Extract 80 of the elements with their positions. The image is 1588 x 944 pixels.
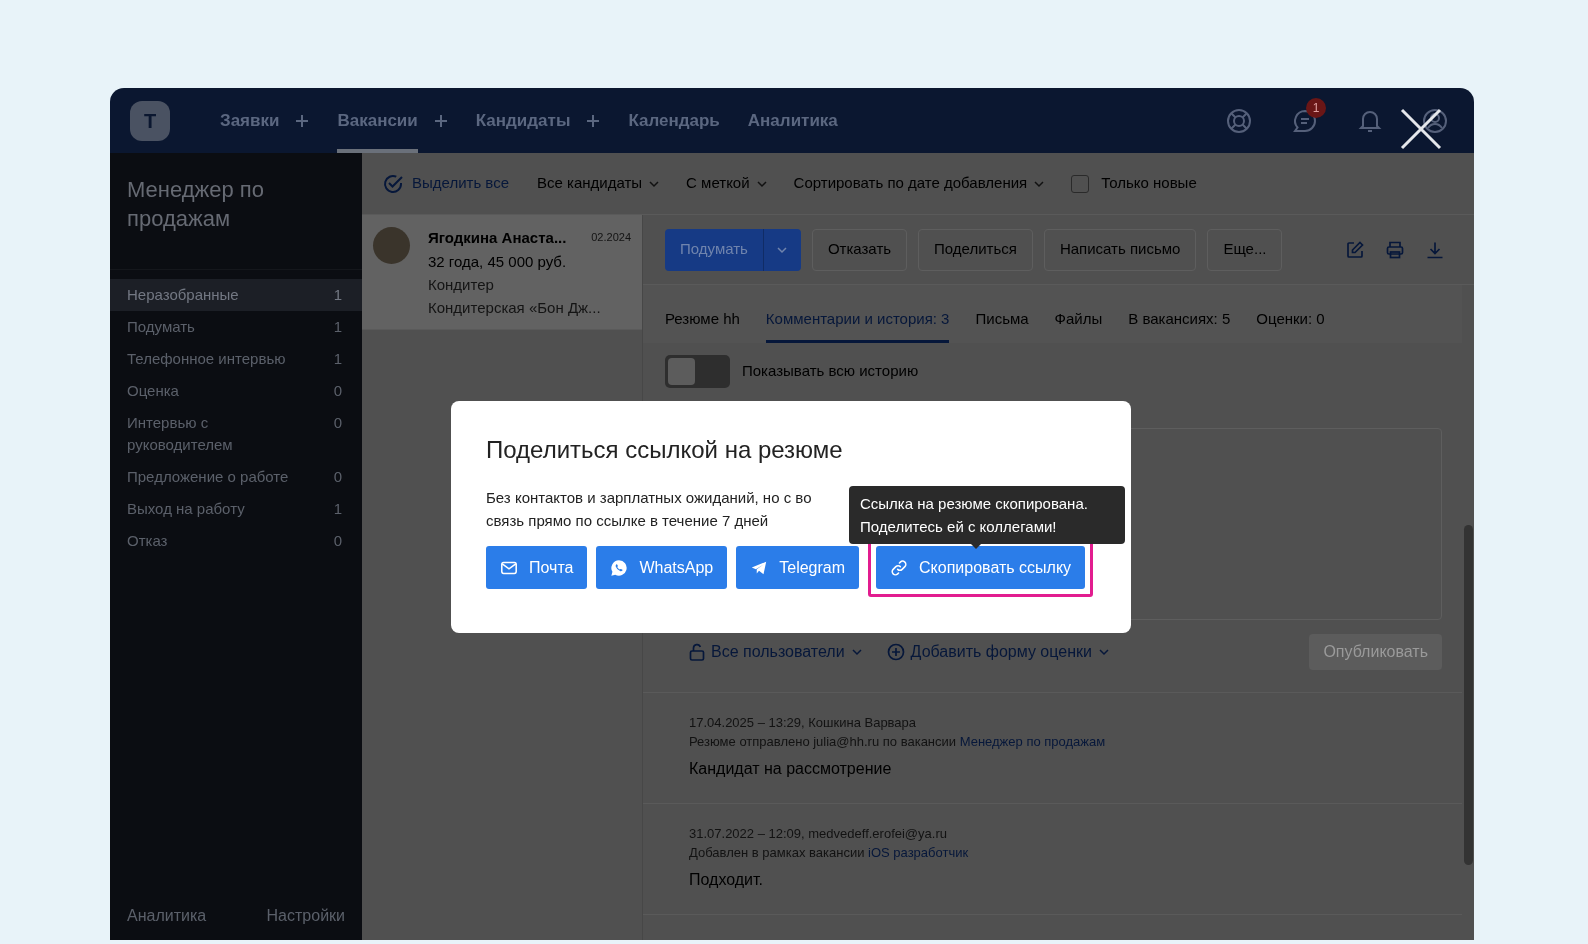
tooltip-arrow [969, 542, 983, 549]
whatsapp-icon [610, 558, 629, 577]
action-button[interactable]: Написать письмо [1043, 228, 1197, 271]
stage-item[interactable]: Интервью с руководителем 0 [110, 407, 362, 461]
publish-button: Опубликовать [1309, 634, 1442, 670]
print-icon[interactable] [1386, 240, 1404, 259]
close-icon[interactable] [1400, 108, 1442, 150]
lifebuoy-icon[interactable] [1226, 107, 1252, 134]
stage-item[interactable]: Отказ 0 [110, 525, 362, 557]
stage-item[interactable]: Подумать 1 [110, 311, 362, 343]
footer-link[interactable]: Настройки [266, 904, 345, 928]
stage-item[interactable]: Телефонное интервью 1 [110, 343, 362, 375]
dialog-description: Без контактов и зарплатных ожиданий, но с во [486, 489, 812, 506]
download-icon[interactable] [1426, 240, 1444, 259]
action-button[interactable]: Отказать [811, 228, 908, 271]
notification-badge: 1 [1306, 97, 1326, 118]
footer-link[interactable]: Аналитика [127, 904, 207, 928]
candidate-company: Кондитерская «Бон Дж... [428, 297, 602, 318]
add-form-dropdown[interactable]: Добавить форму оценки [886, 640, 1110, 664]
edit-icon[interactable] [1346, 240, 1364, 259]
stage-item[interactable]: Неразобранные 1 [110, 279, 362, 311]
checkbox-label: Только новые [1101, 173, 1197, 194]
vacancy-link[interactable]: iOS разработчик [868, 845, 969, 860]
history-meta: 17.04.2025 – 13:29, Кошкина Варвара [689, 714, 918, 732]
nav-tab[interactable]: Заявки [220, 88, 280, 153]
tab[interactable]: Резюме hh [665, 307, 740, 343]
filter-dropdown[interactable]: Сортировать по дате добавления [793, 172, 1046, 195]
vacancy-link[interactable]: Менеджер по продажам [959, 734, 1106, 749]
primary-action-button[interactable]: Подумать [665, 228, 763, 271]
visibility-dropdown[interactable]: Все пользователи [689, 640, 863, 664]
share-button[interactable]: Почта [486, 546, 588, 589]
history-meta: 31.07.2022 – 12:09, medvedeff.erofei@ya.ru [689, 825, 948, 843]
tab[interactable]: В вакансиях: 5 [1128, 307, 1231, 343]
tooltip: Ссылка на резюме скопирована. Поделитесь ей с коллегами! [849, 486, 1125, 544]
filter-dropdown[interactable]: Все кандидаты [537, 172, 661, 195]
chevron-down-icon [1097, 646, 1110, 658]
stage-item[interactable]: Выход на работу 1 [110, 493, 362, 525]
history-note: Резюме отправлено julia@hh.ru по вакансии [689, 734, 957, 749]
tab[interactable]: Комментарии и история: 3 [765, 307, 950, 343]
history-note: Добавлен в рамках вакансии [689, 845, 865, 860]
share-button[interactable]: WhatsApp [596, 546, 728, 589]
candidate-date: 02.2024 [591, 230, 631, 245]
plus-circle-icon [886, 643, 905, 661]
candidate-summary: 32 года, 45 000 руб. [428, 251, 568, 272]
dialog-title: Поделиться ссылкой на резюме [486, 435, 844, 465]
checkbox[interactable] [1071, 174, 1090, 193]
user-circle-icon[interactable] [1422, 107, 1448, 134]
action-button[interactable]: Еще... [1207, 228, 1283, 271]
nav-tab[interactable]: Календарь [628, 88, 720, 153]
history-comment: Подходит. [689, 870, 765, 890]
share-button[interactable]: Telegram [736, 546, 860, 589]
tab[interactable]: Письма [975, 307, 1029, 343]
history-comment: Кандидат на рассмотрение [689, 759, 893, 779]
nav-tab[interactable]: Аналитика [747, 88, 838, 153]
candidate-name: Ягодкина Анаста... [428, 228, 567, 248]
stage-item[interactable]: Оценка 0 [110, 375, 362, 407]
link-icon [890, 558, 909, 577]
stage-item[interactable]: Предложение о работе 0 [110, 461, 362, 493]
tab[interactable]: Файлы [1054, 307, 1103, 343]
plus-icon[interactable] [433, 113, 448, 128]
nav-tab[interactable]: Кандидаты [475, 88, 571, 153]
candidate-position: Кондитер [428, 274, 495, 295]
chevron-down-icon [850, 646, 863, 658]
plus-icon[interactable] [586, 113, 601, 128]
logo[interactable]: T [130, 100, 170, 141]
share-button[interactable]: Скопировать ссылку [876, 546, 1086, 589]
toggle-switch[interactable] [665, 355, 730, 388]
action-button[interactable]: Поделиться [918, 228, 1033, 271]
select-all-button[interactable]: Выделить все [382, 172, 509, 195]
plus-icon[interactable] [295, 113, 310, 128]
avatar [373, 227, 410, 264]
dropdown-button[interactable] [762, 228, 801, 271]
lock-icon [689, 643, 705, 661]
scrollbar-thumb[interactable] [1463, 525, 1473, 865]
check-circle-icon [382, 172, 404, 195]
filter-dropdown[interactable]: С меткой [686, 172, 768, 195]
candidate-card[interactable]: Ягодкина Анаста... 02.2024 32 года, 45 000 руб. Кондитер Кондитерская «Бон Дж... [362, 215, 642, 330]
tab[interactable]: Оценки: 0 [1256, 307, 1325, 343]
dialog-description: связь прямо по ссылке в течение 7 дней [486, 512, 769, 529]
toggle-label: Показывать всю историю [742, 361, 919, 382]
